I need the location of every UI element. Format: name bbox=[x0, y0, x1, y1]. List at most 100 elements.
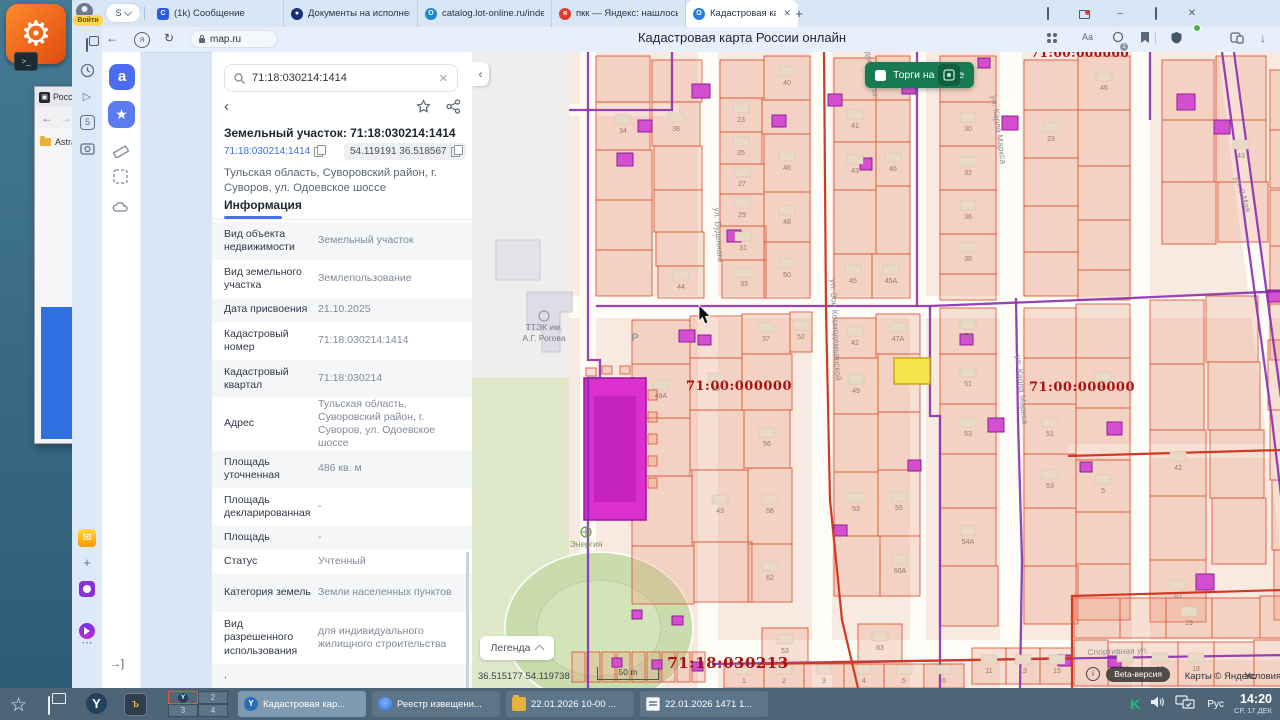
parcel[interactable] bbox=[648, 434, 657, 444]
parcel[interactable] bbox=[596, 200, 652, 250]
parcel[interactable] bbox=[1024, 404, 1076, 454]
yandex-browser-taskbar-icon[interactable]: Y bbox=[86, 693, 107, 714]
back-icon[interactable]: ← bbox=[106, 31, 118, 45]
parcel[interactable] bbox=[1162, 60, 1214, 120]
parcel[interactable] bbox=[764, 192, 810, 242]
auctions-extra-button[interactable] bbox=[938, 64, 960, 86]
download-icon[interactable]: ↓ bbox=[1260, 31, 1266, 45]
parcel[interactable] bbox=[720, 60, 764, 98]
parcel[interactable] bbox=[586, 368, 596, 376]
mail-icon[interactable]: ✉ bbox=[78, 529, 96, 547]
tab-active[interactable]: OКадастровая карта Ро✕ bbox=[686, 0, 798, 27]
parcel[interactable] bbox=[940, 146, 996, 190]
parcel[interactable] bbox=[1120, 598, 1166, 638]
copy-icon[interactable] bbox=[314, 147, 323, 157]
reload-icon[interactable]: ↻ bbox=[164, 31, 174, 45]
parcel[interactable] bbox=[940, 102, 996, 146]
parcel[interactable] bbox=[572, 652, 585, 682]
parcel[interactable] bbox=[620, 366, 630, 374]
parcel[interactable] bbox=[748, 468, 792, 544]
legend-button[interactable]: Легенда bbox=[480, 636, 554, 660]
cadnum-chip[interactable]: 71:18:030214:1414 bbox=[224, 146, 323, 157]
parcel[interactable] bbox=[632, 546, 694, 604]
parcel[interactable] bbox=[648, 456, 657, 466]
parcel[interactable] bbox=[876, 100, 910, 142]
parcel[interactable] bbox=[1024, 252, 1078, 296]
play-icon[interactable]: ▷ bbox=[79, 89, 95, 105]
app-taskbar-icon[interactable]: ъ bbox=[124, 693, 147, 716]
favorites-button[interactable]: ★ bbox=[108, 101, 135, 128]
fm-forward-icon[interactable]: → bbox=[60, 111, 72, 125]
tab[interactable]: япкк — Яндекс: нашлось bbox=[552, 0, 686, 27]
parcel[interactable] bbox=[940, 274, 996, 300]
parcel[interactable] bbox=[764, 242, 810, 298]
parcel[interactable] bbox=[876, 142, 910, 186]
tab[interactable]: C(1k) Сообщение bbox=[150, 0, 284, 27]
tab[interactable]: ●Документы на исполнен bbox=[284, 0, 418, 27]
parcel[interactable] bbox=[1270, 70, 1280, 130]
parcel[interactable] bbox=[1260, 596, 1280, 638]
info-icon[interactable]: i bbox=[1086, 667, 1100, 681]
parcel[interactable] bbox=[1024, 158, 1078, 206]
screenshot-icon[interactable] bbox=[79, 141, 95, 157]
measure-icon[interactable] bbox=[112, 140, 130, 158]
parcel[interactable] bbox=[656, 232, 704, 266]
parcel[interactable] bbox=[834, 414, 878, 472]
selected-parcel[interactable] bbox=[894, 358, 930, 384]
fm-back-icon[interactable]: ← bbox=[41, 111, 53, 125]
parcel[interactable] bbox=[940, 190, 996, 234]
language-indicator[interactable]: Рус bbox=[1207, 699, 1224, 710]
parcel[interactable] bbox=[692, 470, 748, 542]
parcel[interactable] bbox=[1024, 60, 1078, 110]
tab-information[interactable]: Информация bbox=[224, 198, 302, 212]
history-icon[interactable] bbox=[79, 63, 95, 79]
parcel[interactable] bbox=[596, 250, 652, 296]
share-icon[interactable] bbox=[446, 99, 461, 119]
parcel[interactable] bbox=[1024, 566, 1078, 624]
cadastral-map[interactable]: 343844402325274629314833504143464545А283… bbox=[472, 52, 1280, 688]
tab-list-icon[interactable] bbox=[1076, 6, 1092, 22]
parcel[interactable] bbox=[722, 260, 766, 298]
shield-icon[interactable] bbox=[1170, 31, 1183, 49]
copy-icon[interactable] bbox=[451, 147, 460, 157]
parcel[interactable] bbox=[1006, 648, 1040, 684]
sidebar-toggle-icon[interactable] bbox=[1040, 6, 1056, 22]
site-logo[interactable]: a bbox=[109, 64, 135, 90]
collapse-panel-icon[interactable]: →] bbox=[110, 658, 124, 670]
tab-counter[interactable]: 5 bbox=[80, 115, 95, 130]
parcel[interactable] bbox=[764, 56, 810, 100]
more-icon[interactable]: ⋯ bbox=[79, 635, 95, 651]
parcel[interactable] bbox=[1076, 512, 1130, 564]
parcel[interactable] bbox=[940, 454, 996, 508]
taskbar-task[interactable]: Реестр извещени... bbox=[372, 691, 500, 717]
parcel[interactable] bbox=[1078, 56, 1130, 110]
parcel[interactable] bbox=[1208, 362, 1260, 430]
parcel[interactable] bbox=[1150, 364, 1204, 430]
favorite-star-icon[interactable] bbox=[416, 99, 431, 119]
taskbar-task[interactable]: YКадастровая кар... bbox=[238, 691, 366, 717]
panel-scrollbar[interactable] bbox=[466, 552, 469, 688]
parcel[interactable] bbox=[1162, 182, 1216, 244]
taskbar-task[interactable]: 22.01.2026 10-00 ... bbox=[506, 691, 634, 717]
parcel[interactable] bbox=[1212, 598, 1260, 638]
parcel[interactable] bbox=[858, 624, 902, 662]
map-area[interactable]: 343844402325274629314833504143464545А283… bbox=[472, 52, 1280, 688]
notifications-icon[interactable]: 1 bbox=[1112, 31, 1125, 49]
parcel[interactable] bbox=[1024, 454, 1076, 508]
tab-group-chip[interactable]: S bbox=[106, 4, 140, 22]
reader-mode-icon[interactable]: Aа bbox=[1082, 32, 1093, 42]
parcel[interactable] bbox=[652, 102, 700, 146]
parcel[interactable] bbox=[1078, 166, 1130, 220]
start-menu-icon[interactable]: ☆ bbox=[10, 694, 27, 717]
extension-puzzle-icon[interactable] bbox=[1230, 31, 1244, 49]
panel-collapse-button[interactable]: ‹ bbox=[472, 62, 489, 86]
parcel[interactable] bbox=[1024, 308, 1076, 358]
workspace-cell[interactable]: Y bbox=[168, 691, 198, 704]
search-input[interactable]: 71:18:030214:1414 ✕ bbox=[224, 64, 458, 92]
parcel[interactable] bbox=[764, 134, 810, 192]
parcel[interactable] bbox=[1150, 496, 1206, 560]
cloud-icon[interactable] bbox=[112, 200, 130, 218]
workspace-cell[interactable]: 3 bbox=[168, 704, 198, 717]
parcel[interactable] bbox=[742, 314, 790, 354]
parcel[interactable] bbox=[940, 354, 996, 404]
